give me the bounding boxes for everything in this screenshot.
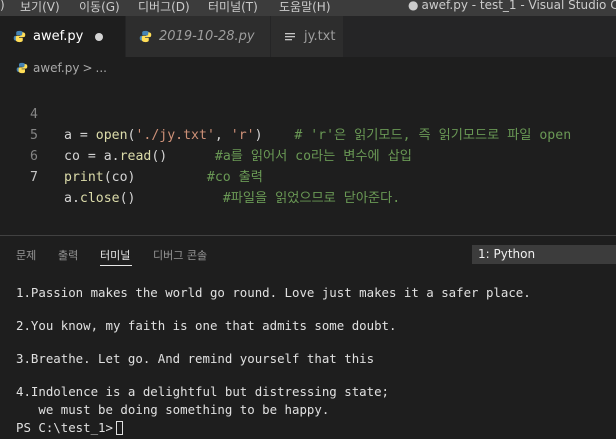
- code-token: close: [79, 191, 120, 206]
- prompt-text: PS C:\test_1>: [16, 420, 113, 435]
- tab-terminal[interactable]: 터미널: [100, 247, 130, 263]
- code-editor[interactable]: 4 a = open('./jy.txt', 'r') # 'r'은 읽기모드,…: [0, 79, 616, 235]
- text-file-icon: [283, 30, 297, 44]
- code-token: #파일을 읽었으므로 닫아준다.: [222, 191, 401, 206]
- terminal-output-line: 1.Passion makes the world go round. Love…: [16, 285, 531, 300]
- code-line: 7 a.close() #파일을 읽었으므로 닫아준다.: [0, 146, 616, 206]
- terminal-selector[interactable]: 1: Python: [472, 245, 616, 264]
- tab-problems[interactable]: 문제: [16, 247, 36, 263]
- terminal-prompt[interactable]: PS C:\test_1>: [16, 420, 123, 436]
- window-title: ●awef.py - test_1 - Visual Studio Code: [408, 0, 616, 12]
- breadcrumb-file[interactable]: awef.py: [33, 61, 79, 75]
- breadcrumb: awef.py > ...: [0, 57, 616, 79]
- menu-help[interactable]: 도움말(H): [279, 0, 331, 15]
- code-token: print: [64, 170, 104, 185]
- editor-tab-bar: awef.py 2019-10-28.py jy.txt: [0, 16, 616, 57]
- tab-jy-txt[interactable]: jy.txt: [271, 16, 343, 57]
- menu-bar: ) 보기(V) 이동(G) 디버그(D) 터미널(T) 도움말(H) ● awef…: [0, 0, 616, 16]
- window-title-text: awef.py - test_1 - Visual Studio Code: [421, 0, 616, 12]
- menu-view[interactable]: 보기(V): [20, 0, 60, 15]
- tab-output[interactable]: 출력: [58, 247, 78, 263]
- menu-debug[interactable]: 디버그(D): [138, 0, 190, 15]
- line-number: 7: [30, 170, 38, 185]
- dirty-indicator-icon[interactable]: [95, 33, 103, 41]
- terminal-cursor: [115, 421, 123, 435]
- code-text: print(co) #co 출력: [64, 167, 263, 188]
- python-icon: [16, 62, 29, 75]
- bottom-panel: 문제 출력 터미널 디버그 콘솔 1: Python 1.Passion mak…: [0, 236, 616, 439]
- code-token: a.: [64, 191, 80, 206]
- tab-label: jy.txt: [304, 29, 336, 44]
- unsaved-dot: ●: [408, 0, 419, 12]
- code-text: a.close() #파일을 읽었으므로 닫아준다.: [64, 188, 400, 209]
- terminal-output-line: 3.Breathe. Let go. And remind yourself t…: [16, 351, 375, 366]
- code-token: (): [119, 191, 223, 206]
- tab-label: 2019-10-28.py: [159, 29, 255, 44]
- code-token: (co): [103, 170, 207, 185]
- code-line: 4 a = open('./jy.txt', 'r') # 'r'은 읽기모드,…: [0, 83, 616, 143]
- terminal-output-line: we must be doing something to be happy.: [16, 402, 330, 417]
- code-line: 5 co = a.read() #a를 읽어서 co라는 변수에 삽입: [0, 104, 616, 164]
- tab-awef-py[interactable]: awef.py: [0, 16, 125, 57]
- tab-2019-10-28-py[interactable]: 2019-10-28.py: [126, 16, 270, 57]
- menu-go[interactable]: 이동(G): [79, 0, 120, 15]
- code-line: 6 print(co) #co 출력: [0, 125, 616, 185]
- menu-terminal[interactable]: 터미널(T): [208, 0, 258, 15]
- tab-debug-console[interactable]: 디버그 콘솔: [153, 247, 207, 263]
- active-tab-underline: [100, 265, 132, 266]
- terminal-output-line: 2.You know, my faith is one that admits …: [16, 318, 397, 333]
- tab-label: awef.py: [33, 29, 84, 44]
- menu-fragment: ): [0, 0, 5, 12]
- python-icon: [12, 30, 26, 44]
- code-token: #co 출력: [206, 170, 263, 185]
- terminal-output-line: 4.Indolence is a delightful but distress…: [16, 384, 389, 399]
- python-icon: [138, 30, 152, 44]
- breadcrumb-separator: >: [82, 61, 93, 75]
- breadcrumb-trail[interactable]: ...: [96, 61, 107, 75]
